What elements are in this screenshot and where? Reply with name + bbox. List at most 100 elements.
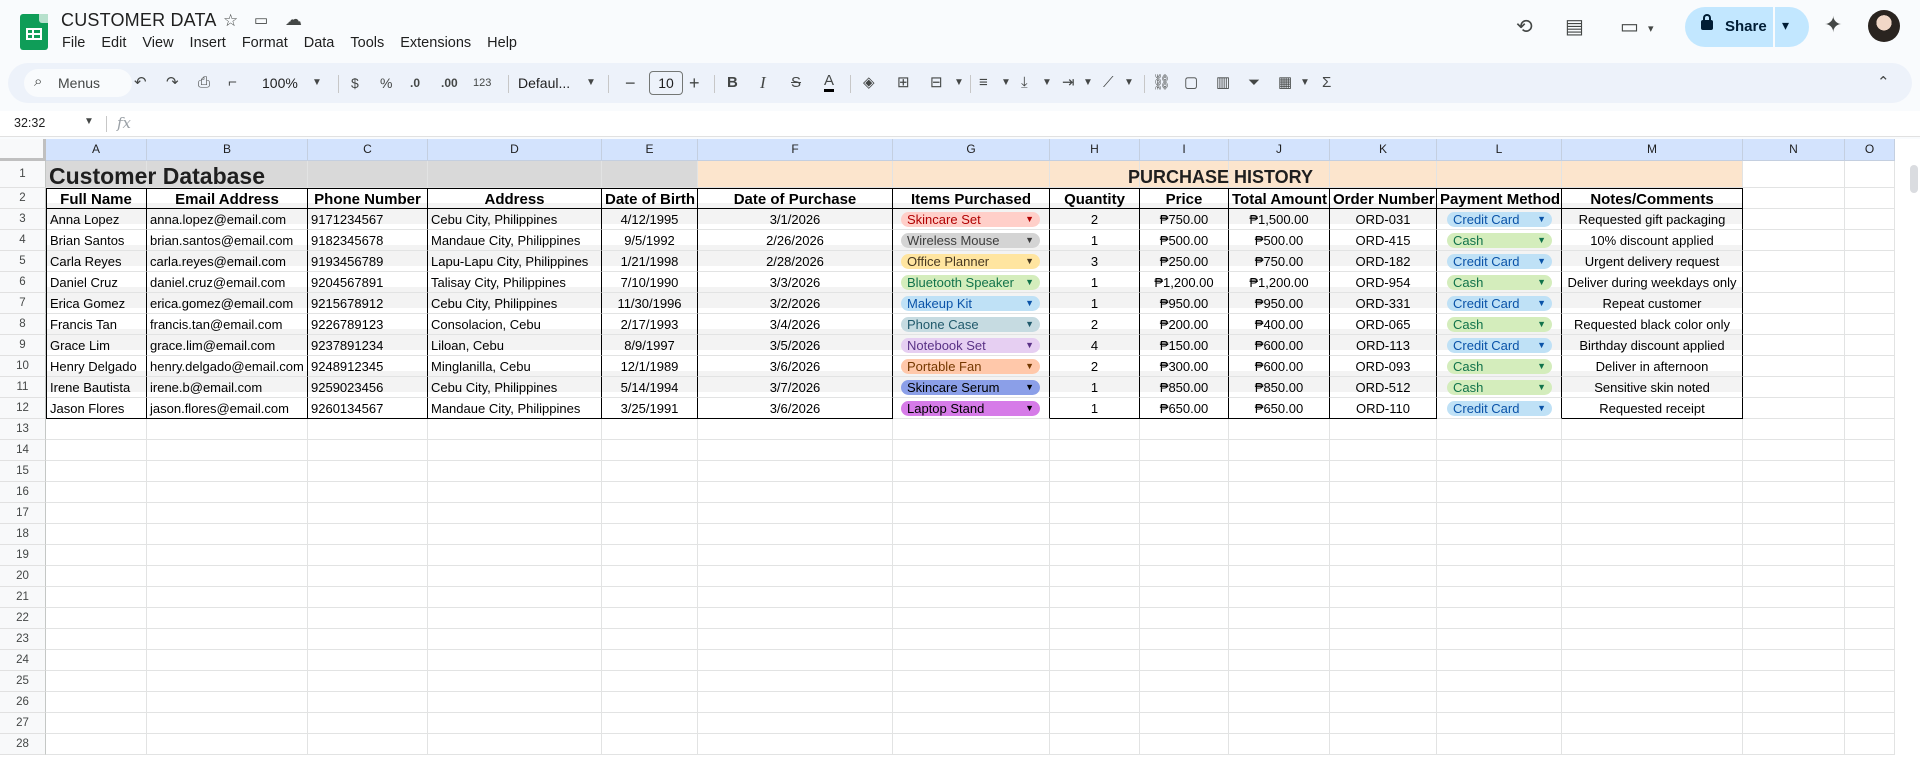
grid-cell[interactable]: [1330, 671, 1437, 692]
payment-dropdown-chip[interactable]: Credit Card ▼: [1447, 254, 1552, 269]
column-header-n[interactable]: N: [1743, 139, 1845, 161]
menu-view[interactable]: View: [134, 33, 181, 53]
data-cell[interactable]: Sensitive skin noted: [1562, 377, 1743, 398]
grid-cell[interactable]: [147, 524, 308, 545]
grid-cell[interactable]: [428, 608, 602, 629]
strikethrough-button[interactable]: S: [791, 73, 801, 93]
undo-icon[interactable]: ↶: [134, 73, 147, 93]
grid-cell[interactable]: [1437, 419, 1562, 440]
grid-cell[interactable]: [893, 524, 1050, 545]
data-cell[interactable]: 8/9/1997: [602, 335, 698, 356]
row-header-1[interactable]: 1: [0, 161, 46, 188]
data-cell[interactable]: 2/17/1993: [602, 314, 698, 335]
grid-cell[interactable]: [1845, 734, 1895, 755]
grid-cell[interactable]: [1330, 629, 1437, 650]
grid-cell[interactable]: [1437, 671, 1562, 692]
grid-cell[interactable]: [147, 419, 308, 440]
row-header-24[interactable]: 24: [0, 650, 46, 671]
grid-cell[interactable]: [1562, 587, 1743, 608]
grid-cell[interactable]: [1437, 482, 1562, 503]
grid-cell[interactable]: [1050, 524, 1140, 545]
grid-cell[interactable]: [428, 461, 602, 482]
grid-cell[interactable]: [428, 440, 602, 461]
increase-font-size-button[interactable]: +: [689, 73, 700, 93]
grid-cell[interactable]: [1140, 608, 1229, 629]
version-history-icon[interactable]: ⟲: [1516, 16, 1533, 38]
grid-cell[interactable]: [1743, 440, 1845, 461]
grid-cell[interactable]: [698, 566, 893, 587]
grid-cell[interactable]: [147, 461, 308, 482]
grid-cell[interactable]: [1562, 503, 1743, 524]
borders-icon[interactable]: ⊞: [897, 73, 910, 93]
star-icon[interactable]: ☆: [223, 11, 238, 31]
grid-cell[interactable]: [1330, 650, 1437, 671]
data-cell[interactable]: 1: [1050, 230, 1140, 251]
data-cell[interactable]: 3/4/2026: [698, 314, 893, 335]
data-cell[interactable]: Henry Delgado: [46, 356, 147, 377]
percent-format-button[interactable]: %: [380, 73, 392, 93]
grid-cell[interactable]: [428, 419, 602, 440]
decrease-decimal-button[interactable]: .0: [410, 73, 420, 93]
data-cell[interactable]: 9237891234: [308, 335, 428, 356]
column-header-k[interactable]: K: [1330, 139, 1437, 161]
payment-dropdown-chip[interactable]: Credit Card ▼: [1447, 296, 1552, 311]
grid-cell[interactable]: [698, 482, 893, 503]
grid-cell[interactable]: [1845, 419, 1895, 440]
grid-cell[interactable]: [1845, 608, 1895, 629]
grid-cell[interactable]: [1330, 608, 1437, 629]
data-cell[interactable]: ORD-093: [1330, 356, 1437, 377]
grid-cell[interactable]: [698, 650, 893, 671]
grid-cell[interactable]: [1330, 524, 1437, 545]
grid-cell[interactable]: [1140, 650, 1229, 671]
row-header-19[interactable]: 19: [0, 545, 46, 566]
grid-cell[interactable]: [1050, 461, 1140, 482]
meet-dropdown-icon[interactable]: ▾: [1648, 18, 1654, 40]
grid-cell[interactable]: [428, 566, 602, 587]
grid-cell[interactable]: [1562, 566, 1743, 587]
data-cell[interactable]: 2: [1050, 356, 1140, 377]
grid-cell[interactable]: [698, 440, 893, 461]
data-cell[interactable]: 9259023456: [308, 377, 428, 398]
grid-cell[interactable]: [893, 629, 1050, 650]
grid-cell[interactable]: [308, 671, 428, 692]
grid-cell[interactable]: [1845, 209, 1895, 230]
grid-cell[interactable]: [428, 545, 602, 566]
data-cell[interactable]: erica.gomez@email.com: [147, 293, 308, 314]
grid-cell[interactable]: [698, 734, 893, 755]
dropdown-arrow-icon[interactable]: ▼: [1025, 296, 1034, 311]
grid-cell[interactable]: [1140, 419, 1229, 440]
grid-cell[interactable]: [1050, 503, 1140, 524]
grid-cell[interactable]: [1140, 461, 1229, 482]
grid-cell[interactable]: [46, 419, 147, 440]
grid-cell[interactable]: [602, 503, 698, 524]
grid-cell[interactable]: [893, 650, 1050, 671]
gemini-sparkle-icon[interactable]: ✦: [1824, 14, 1842, 36]
grid-cell[interactable]: [1140, 524, 1229, 545]
insert-link-icon[interactable]: ⛓: [1152, 73, 1171, 93]
column-header-h[interactable]: H: [1050, 139, 1140, 161]
row-header-12[interactable]: 12: [0, 398, 46, 419]
increase-decimal-button[interactable]: .00: [441, 73, 458, 93]
dropdown-arrow-icon[interactable]: ▼: [1025, 254, 1034, 269]
data-cell[interactable]: 2: [1050, 209, 1140, 230]
fill-color-icon[interactable]: ◈: [863, 73, 875, 93]
row-header-11[interactable]: 11: [0, 377, 46, 398]
column-header-g[interactable]: G: [893, 139, 1050, 161]
payment-dropdown-chip[interactable]: Cash ▼: [1447, 233, 1552, 248]
share-button[interactable]: Share ▾: [1685, 7, 1809, 47]
grid-cell[interactable]: [428, 482, 602, 503]
grid-cell[interactable]: [1050, 566, 1140, 587]
data-cell[interactable]: 3: [1050, 251, 1140, 272]
grid-cell[interactable]: [602, 524, 698, 545]
grid-cell[interactable]: [698, 461, 893, 482]
grid-cell[interactable]: [1437, 629, 1562, 650]
cloud-status-icon[interactable]: ☁: [285, 10, 302, 30]
item-dropdown-chip[interactable]: Wireless Mouse ▼: [901, 233, 1040, 248]
row-header-10[interactable]: 10: [0, 356, 46, 377]
grid-cell[interactable]: [1229, 524, 1330, 545]
data-cell[interactable]: ₱500.00: [1229, 230, 1330, 251]
filter-icon[interactable]: ⏷: [1248, 73, 1260, 93]
data-cell[interactable]: ORD-065: [1330, 314, 1437, 335]
grid-cell[interactable]: [893, 587, 1050, 608]
grid-cell[interactable]: [1229, 587, 1330, 608]
